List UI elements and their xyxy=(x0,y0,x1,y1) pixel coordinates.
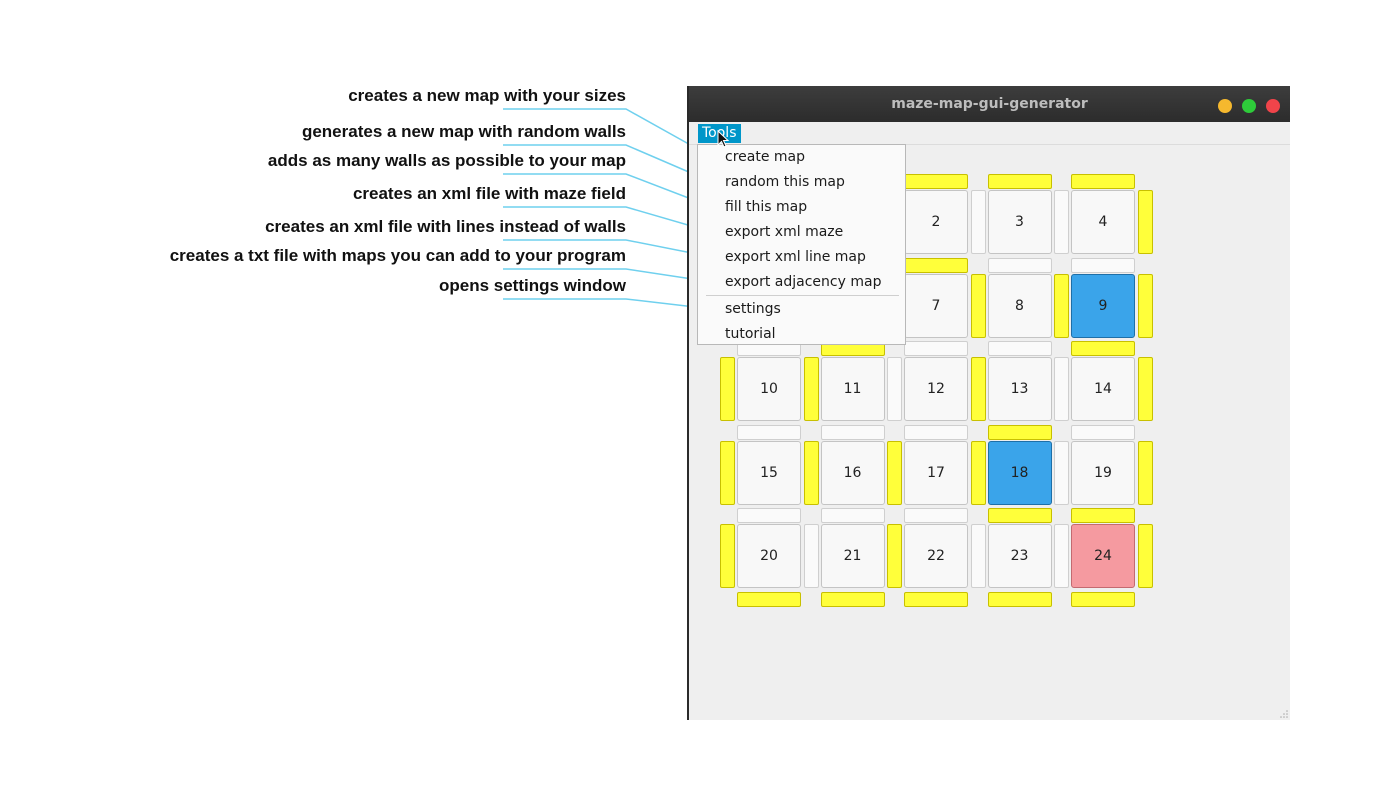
horizontal-wall-toggle[interactable] xyxy=(1071,341,1135,356)
leader-line xyxy=(503,298,713,310)
horizontal-wall-toggle[interactable] xyxy=(820,591,885,607)
horizontal-wall-toggle[interactable] xyxy=(1071,424,1135,440)
maze-cell[interactable]: 9 xyxy=(1071,273,1135,338)
horizontal-wall-toggle[interactable] xyxy=(1071,508,1135,523)
menu-bar: Tools xyxy=(689,122,1290,145)
vertical-wall-toggle[interactable] xyxy=(1054,440,1069,505)
mouse-cursor-icon xyxy=(717,130,729,148)
horizontal-wall-toggle[interactable] xyxy=(1071,257,1135,273)
horizontal-wall-toggle[interactable] xyxy=(904,591,968,607)
vertical-wall-toggle[interactable] xyxy=(803,440,819,505)
vertical-wall-toggle[interactable] xyxy=(803,524,819,588)
resize-grip-icon[interactable] xyxy=(1278,708,1288,718)
vertical-wall-toggle[interactable] xyxy=(720,357,735,421)
vertical-wall-toggle[interactable] xyxy=(970,190,986,254)
horizontal-wall-toggle[interactable] xyxy=(737,591,801,607)
maze-cell[interactable]: 20 xyxy=(737,524,801,588)
vertical-wall-toggle[interactable] xyxy=(720,440,735,505)
vertical-wall-toggle[interactable] xyxy=(1137,273,1153,338)
vertical-wall-toggle[interactable] xyxy=(970,524,986,588)
vertical-wall-toggle[interactable] xyxy=(1054,273,1069,338)
horizontal-wall-toggle[interactable] xyxy=(737,508,801,523)
horizontal-wall-toggle[interactable] xyxy=(904,508,968,523)
vertical-wall-toggle[interactable] xyxy=(1137,190,1153,254)
menu-separator xyxy=(706,295,899,296)
horizontal-wall-toggle[interactable] xyxy=(904,174,968,189)
maze-cell[interactable]: 22 xyxy=(904,524,968,588)
vertical-wall-toggle[interactable] xyxy=(887,357,902,421)
vertical-wall-toggle[interactable] xyxy=(803,357,819,421)
menu-item-create-map[interactable]: create map xyxy=(725,147,805,167)
vertical-wall-toggle[interactable] xyxy=(970,357,986,421)
vertical-wall-toggle[interactable] xyxy=(970,273,986,338)
vertical-wall-toggle[interactable] xyxy=(887,524,902,588)
maze-cell[interactable]: 21 xyxy=(820,524,885,588)
horizontal-wall-toggle[interactable] xyxy=(1071,174,1135,189)
annotation-export-xml-maze: creates an xml file with maze field xyxy=(352,184,626,203)
maze-cell[interactable]: 4 xyxy=(1071,190,1135,254)
vertical-wall-toggle[interactable] xyxy=(1137,524,1153,588)
maze-cell[interactable]: 3 xyxy=(987,190,1052,254)
horizontal-wall-toggle[interactable] xyxy=(820,508,885,523)
horizontal-wall-toggle[interactable] xyxy=(1071,591,1135,607)
maximize-button[interactable] xyxy=(1242,99,1256,113)
vertical-wall-toggle[interactable] xyxy=(720,524,735,588)
maze-cell[interactable]: 24 xyxy=(1071,524,1135,588)
title-bar[interactable]: maze-map-gui-generator xyxy=(689,86,1290,122)
annotation-random-map: generates a new map with random walls xyxy=(301,122,626,141)
horizontal-wall-toggle[interactable] xyxy=(987,341,1052,356)
window-title: maze-map-gui-generator xyxy=(891,96,1088,112)
maze-cell[interactable]: 10 xyxy=(737,357,801,421)
maze-cell[interactable]: 12 xyxy=(904,357,968,421)
close-button[interactable] xyxy=(1266,99,1280,113)
menu-item-export-xml-maze[interactable]: export xml maze xyxy=(725,222,843,242)
vertical-wall-toggle[interactable] xyxy=(887,440,902,505)
horizontal-wall-toggle[interactable] xyxy=(987,424,1052,440)
annotation-settings: opens settings window xyxy=(438,276,626,295)
annotation-export-xml-line-map: creates an xml file with lines instead o… xyxy=(265,217,626,236)
vertical-wall-toggle[interactable] xyxy=(1054,190,1069,254)
horizontal-wall-toggle[interactable] xyxy=(904,341,968,356)
vertical-wall-toggle[interactable] xyxy=(970,440,986,505)
maze-cell[interactable]: 17 xyxy=(904,440,968,505)
horizontal-wall-toggle[interactable] xyxy=(987,174,1052,189)
horizontal-wall-toggle[interactable] xyxy=(820,424,885,440)
maze-cell[interactable]: 7 xyxy=(904,273,968,338)
tools-dropdown-menu: create map random this map fill this map… xyxy=(697,144,906,345)
minimize-button[interactable] xyxy=(1218,99,1232,113)
maze-cell[interactable]: 8 xyxy=(987,273,1052,338)
horizontal-wall-toggle[interactable] xyxy=(904,424,968,440)
horizontal-wall-toggle[interactable] xyxy=(987,257,1052,273)
annotation-create-map: creates a new map with your sizes xyxy=(348,86,626,105)
menu-item-random-this-map[interactable]: random this map xyxy=(725,172,845,192)
maze-cell[interactable]: 23 xyxy=(987,524,1052,588)
menu-item-export-xml-line-map[interactable]: export xml line map xyxy=(725,247,866,267)
maze-cell[interactable]: 2 xyxy=(904,190,968,254)
menu-item-tutorial[interactable]: tutorial xyxy=(725,324,776,344)
maze-cell[interactable]: 19 xyxy=(1071,440,1135,505)
app-window: maze-map-gui-generator Tools 23478910111… xyxy=(687,86,1290,720)
maze-cell[interactable]: 13 xyxy=(987,357,1052,421)
menu-item-settings[interactable]: settings xyxy=(725,299,781,319)
horizontal-wall-toggle[interactable] xyxy=(987,591,1052,607)
maze-cell[interactable]: 16 xyxy=(820,440,885,505)
maze-cell[interactable]: 18 xyxy=(987,440,1052,505)
annotation-export-adjacency-map: creates a txt file with maps you can add… xyxy=(169,246,626,265)
horizontal-wall-toggle[interactable] xyxy=(904,257,968,273)
horizontal-wall-toggle[interactable] xyxy=(987,508,1052,523)
vertical-wall-toggle[interactable] xyxy=(1054,357,1069,421)
annotation-fill-map: adds as many walls as possible to your m… xyxy=(267,151,626,170)
maze-cell[interactable]: 11 xyxy=(820,357,885,421)
menu-item-export-adjacency-map[interactable]: export adjacency map xyxy=(725,272,881,292)
vertical-wall-toggle[interactable] xyxy=(1054,524,1069,588)
vertical-wall-toggle[interactable] xyxy=(1137,440,1153,505)
maze-cell[interactable]: 14 xyxy=(1071,357,1135,421)
horizontal-wall-toggle[interactable] xyxy=(737,424,801,440)
menu-item-fill-this-map[interactable]: fill this map xyxy=(725,197,807,217)
vertical-wall-toggle[interactable] xyxy=(1137,357,1153,421)
maze-cell[interactable]: 15 xyxy=(737,440,801,505)
